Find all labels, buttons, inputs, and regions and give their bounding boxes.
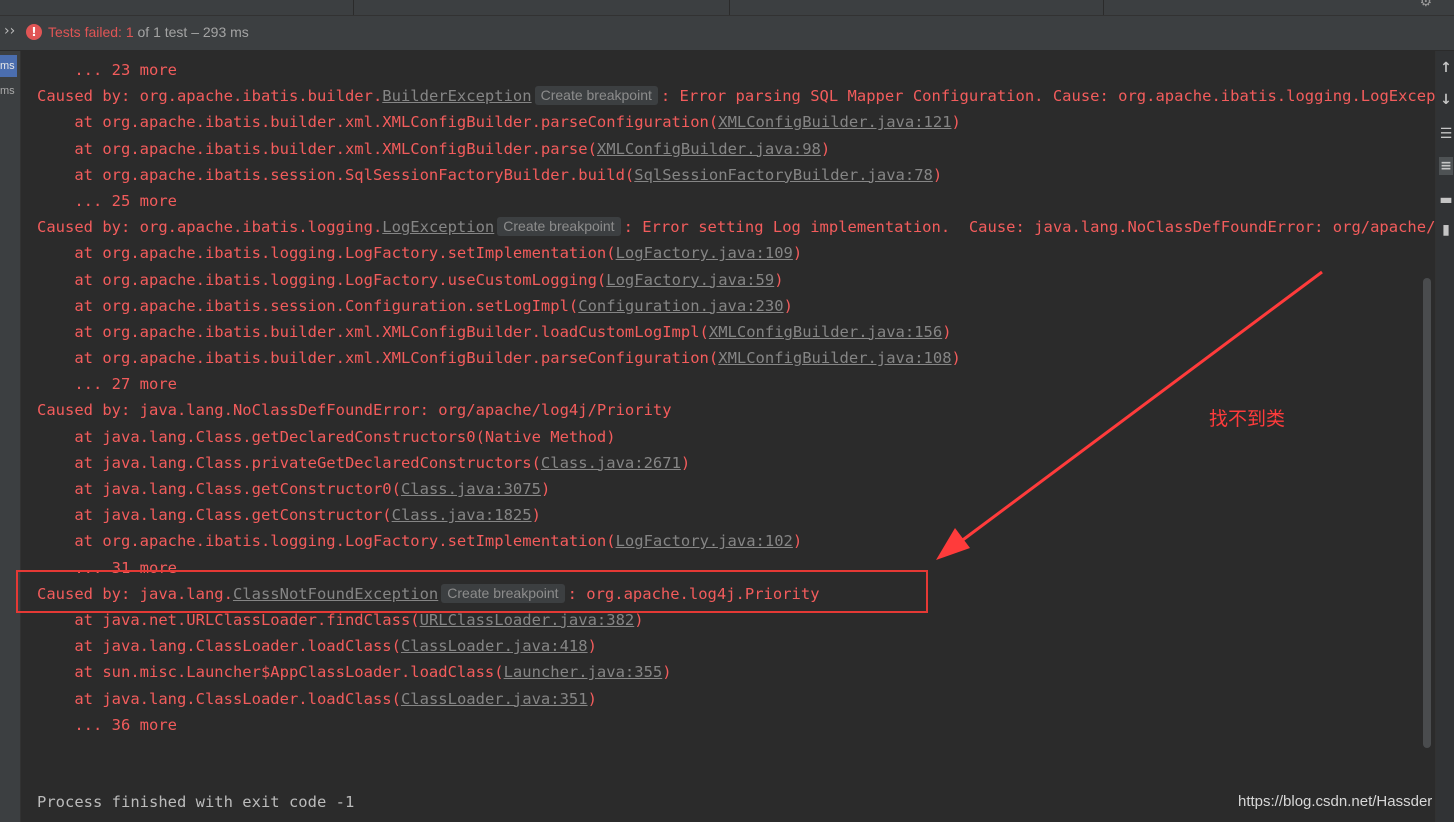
annotation-label: 找不到类	[1209, 408, 1286, 430]
watermark: https://blog.csdn.net/Hassder	[1238, 793, 1433, 810]
